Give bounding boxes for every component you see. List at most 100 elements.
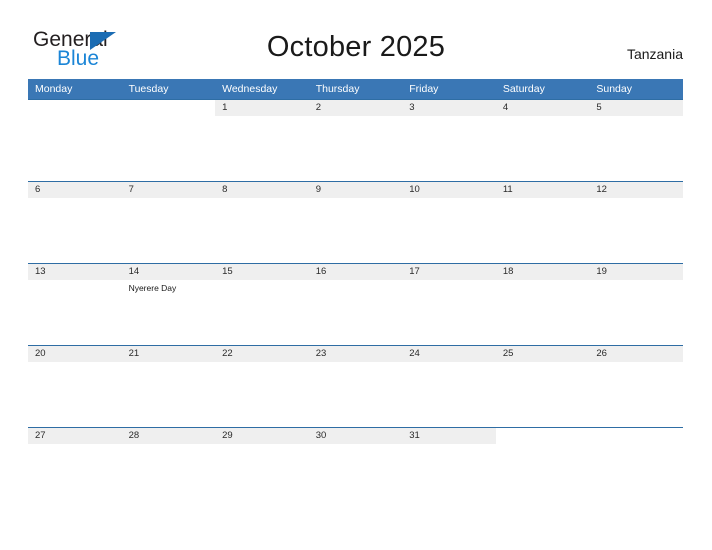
day-number: 8	[222, 184, 228, 195]
calendar-day-cell[interactable]: 28	[121, 427, 216, 509]
calendar-day-cell[interactable]: 27	[28, 427, 122, 509]
day-number: 13	[35, 266, 46, 277]
page-title: October 2025	[266, 31, 446, 63]
day-cell-content: 30	[308, 428, 403, 509]
region-label: Tanzania	[626, 46, 683, 62]
day-number-band: 18	[495, 264, 590, 280]
calendar-day-cell[interactable]: 4	[495, 99, 590, 182]
calendar-day-cell[interactable]: 8	[215, 181, 309, 264]
day-cell-content: 22	[215, 346, 309, 427]
day-cell-content	[495, 428, 590, 509]
day-number: 4	[502, 102, 509, 113]
day-number: 1	[222, 102, 228, 113]
day-number: 3	[409, 102, 415, 113]
calendar-day-cell[interactable]: 11	[495, 181, 590, 264]
day-cell-content: 23	[308, 346, 403, 427]
calendar-day-cell[interactable]: 25	[495, 345, 590, 428]
calendar-day-cell[interactable]: 18	[495, 263, 590, 346]
calendar-day-cell[interactable]: 26	[589, 345, 683, 428]
day-number-band: 23	[308, 346, 403, 362]
calendar-day-cell[interactable]: 30	[308, 427, 403, 509]
day-events: Nyerere Day	[122, 280, 216, 294]
calendar-day-cell[interactable]: 31	[402, 427, 496, 509]
day-number-band: 15	[215, 264, 309, 280]
weekday-header-wednesday: Wednesday	[215, 79, 309, 100]
day-number: 27	[35, 430, 46, 441]
calendar-day-cell[interactable]: 6	[28, 181, 122, 264]
calendar-week-row: 27 28 29 30 31	[28, 427, 683, 509]
calendar-day-cell[interactable]	[28, 99, 122, 182]
day-cell-content: 25	[495, 346, 590, 427]
day-cell-content: 29	[215, 428, 309, 509]
calendar-day-cell[interactable]: 23	[308, 345, 403, 428]
day-cell-content: 20	[28, 346, 122, 427]
day-cell-content: 6	[28, 182, 122, 263]
calendar-day-cell[interactable]	[121, 99, 216, 182]
day-cell-content: 11	[495, 182, 590, 263]
calendar-day-cell[interactable]: 14 Nyerere Day	[121, 263, 216, 346]
calendar-day-cell[interactable]: 12	[589, 181, 683, 264]
day-cell-content: 2	[308, 100, 403, 181]
day-number-band: 12	[589, 182, 683, 198]
calendar-day-cell[interactable]: 22	[215, 345, 309, 428]
calendar-day-cell[interactable]	[495, 427, 590, 509]
calendar-day-cell[interactable]: 5	[589, 99, 683, 182]
calendar-day-cell[interactable]: 15	[215, 263, 309, 346]
day-number-band: 8	[215, 182, 309, 198]
day-cell-content: 7	[121, 182, 216, 263]
calendar-day-cell[interactable]: 1	[215, 99, 309, 182]
day-number: 30	[315, 430, 327, 441]
day-number: 19	[596, 266, 607, 277]
day-cell-content	[121, 100, 216, 181]
day-number-band: 21	[121, 346, 216, 362]
calendar-day-cell[interactable]	[589, 427, 683, 509]
day-number: 11	[502, 184, 513, 195]
weekday-header-thursday: Thursday	[308, 79, 403, 100]
calendar-week-row: 13 14 Nyerere Day 15 16 17 18 19	[28, 263, 683, 346]
day-number-band: 2	[308, 100, 403, 116]
calendar-day-cell[interactable]: 16	[308, 263, 403, 346]
day-cell-content: 8	[215, 182, 309, 263]
day-number-band: 24	[402, 346, 496, 362]
calendar-day-cell[interactable]: 10	[402, 181, 496, 264]
day-number-band: 11	[495, 182, 590, 198]
calendar-header-row: Monday Tuesday Wednesday Thursday Friday Satu…	[28, 79, 683, 100]
day-cell-content: 17	[402, 264, 496, 345]
day-cell-content: 16	[308, 264, 403, 345]
calendar-day-cell[interactable]: 13	[28, 263, 122, 346]
calendar-day-cell[interactable]: 21	[121, 345, 216, 428]
calendar-week-row: 1 2 3 4 5	[28, 99, 683, 182]
day-number-band: 30	[308, 428, 403, 444]
day-cell-content: 3	[402, 100, 496, 181]
day-number: 15	[222, 266, 233, 277]
calendar-day-cell[interactable]: 7	[121, 181, 216, 264]
day-cell-content: 5	[589, 100, 683, 181]
day-number-band: 31	[402, 428, 496, 444]
day-cell-content: 19	[589, 264, 683, 345]
calendar-day-cell[interactable]: 19	[589, 263, 683, 346]
day-cell-content: 28	[121, 428, 216, 509]
day-number: 10	[409, 184, 420, 195]
day-number: 21	[128, 348, 140, 359]
calendar-day-cell[interactable]: 29	[215, 427, 309, 509]
day-cell-content: 24	[402, 346, 496, 427]
calendar-day-cell[interactable]: 20	[28, 345, 122, 428]
calendar-day-cell[interactable]: 3	[402, 99, 496, 182]
day-number: 2	[315, 102, 321, 113]
day-number: 7	[128, 184, 134, 195]
day-cell-content: 9	[308, 182, 403, 263]
calendar-day-cell[interactable]: 24	[402, 345, 496, 428]
day-number: 18	[502, 266, 514, 277]
day-number-band: 10	[402, 182, 496, 198]
day-number-band: 26	[589, 346, 683, 362]
day-cell-content: 12	[589, 182, 683, 263]
calendar-day-cell[interactable]: 9	[308, 181, 403, 264]
day-number-band: 14	[121, 264, 216, 280]
weekday-header-sunday: Sunday	[589, 79, 683, 100]
day-number-band	[495, 428, 590, 444]
day-cell-content: 21	[121, 346, 216, 427]
calendar-day-cell[interactable]: 2	[308, 99, 403, 182]
day-number: 24	[409, 348, 420, 359]
calendar-day-cell[interactable]: 17	[402, 263, 496, 346]
calendar-week-row: 6 7 8 9 10 11 12	[28, 181, 683, 264]
